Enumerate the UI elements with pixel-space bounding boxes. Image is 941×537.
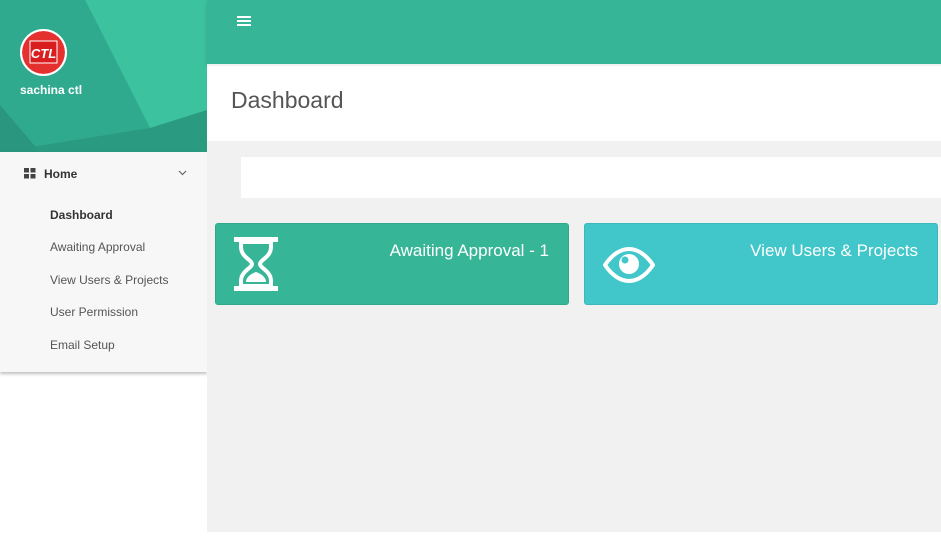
hourglass-icon [234, 237, 278, 291]
hamburger-menu-icon[interactable] [237, 16, 251, 28]
grid-icon [24, 168, 36, 179]
profile-background [0, 0, 207, 152]
awaiting-approval-card[interactable]: Awaiting Approval - 1 [215, 223, 569, 305]
profile-header: CTL sachina ctl [0, 0, 207, 152]
main-content: Dashboard Awaiting Approval - 1 View Use… [207, 64, 941, 532]
avatar[interactable]: CTL [20, 29, 67, 76]
logo-text: CTL [31, 46, 56, 61]
sidebar-item-dashboard[interactable]: Dashboard [50, 208, 113, 222]
top-bar [207, 0, 941, 64]
breadcrumb [241, 157, 941, 198]
sidebar-menu: Home Dashboard Awaiting Approval View Us… [0, 152, 207, 372]
chevron-down-icon [178, 170, 187, 176]
sidebar-item-view-users-projects[interactable]: View Users & Projects [50, 273, 168, 287]
bottom-strip [207, 532, 941, 537]
page-title: Dashboard [231, 87, 344, 113]
eye-icon [603, 247, 655, 283]
sidebar-item-email-setup[interactable]: Email Setup [50, 338, 115, 352]
sidebar: CTL sachina ctl Home Dashboard Awaiting … [0, 0, 207, 537]
awaiting-approval-title: Awaiting Approval - 1 [389, 241, 549, 260]
sidebar-item-home[interactable]: Home [0, 164, 207, 184]
view-users-projects-card[interactable]: View Users & Projects [584, 223, 938, 305]
sidebar-item-awaiting-approval[interactable]: Awaiting Approval [50, 240, 145, 254]
username: sachina ctl [20, 83, 83, 97]
view-users-projects-title: View Users & Projects [750, 241, 918, 260]
sidebar-item-home-label: Home [44, 167, 78, 181]
page-header: Dashboard [207, 66, 941, 141]
sidebar-item-user-permission[interactable]: User Permission [50, 305, 138, 319]
